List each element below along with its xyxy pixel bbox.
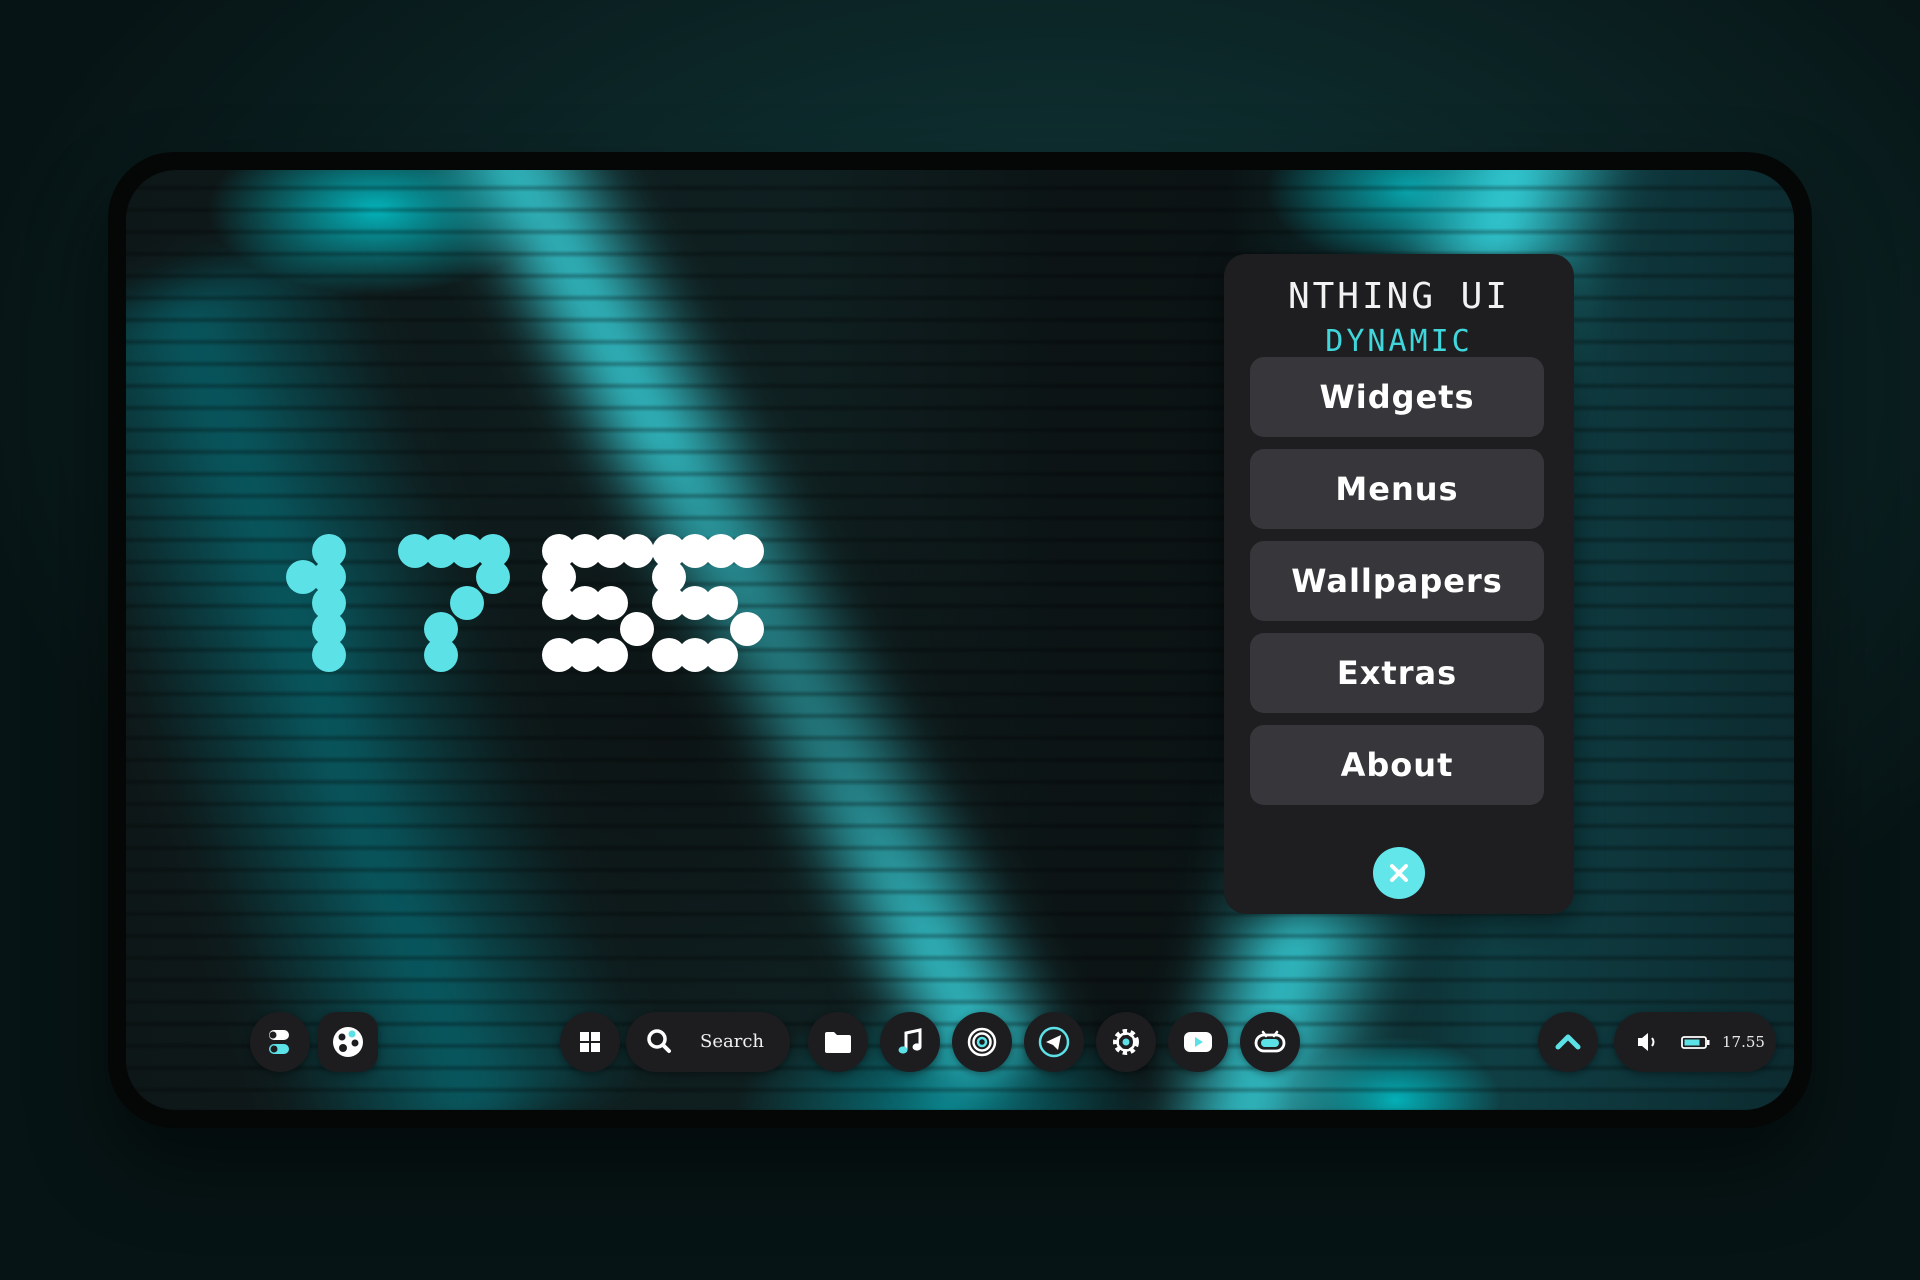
clock-dot	[704, 586, 738, 620]
device-frame: NTHING UI DYNAMIC Widgets Menus Wallpape…	[108, 152, 1812, 1128]
tray-clock: 17.55	[1722, 1033, 1765, 1051]
tray-expand-button[interactable]	[1538, 1012, 1598, 1072]
clock-dot	[594, 586, 628, 620]
clock-dot	[450, 586, 484, 620]
clock-dot	[730, 534, 764, 568]
search-bar[interactable]: Search	[626, 1012, 790, 1072]
settings-app-button[interactable]	[1096, 1012, 1156, 1072]
search-icon	[647, 1029, 671, 1053]
clock-dot	[594, 638, 628, 672]
start-button[interactable]	[560, 1012, 620, 1072]
close-icon	[1390, 864, 1408, 882]
files-app-button[interactable]	[808, 1012, 868, 1072]
close-button[interactable]	[1373, 847, 1425, 899]
system-tray[interactable]: 17.55	[1614, 1012, 1776, 1072]
music-note-icon	[898, 1028, 922, 1054]
toggle-switches-icon	[269, 1030, 289, 1054]
about-button[interactable]: About	[1250, 725, 1544, 805]
panel-subtitle: DYNAMIC	[1325, 324, 1473, 359]
chevron-up-icon	[1555, 1034, 1581, 1050]
desktop-screen: NTHING UI DYNAMIC Widgets Menus Wallpape…	[126, 170, 1794, 1110]
clock-dot	[704, 638, 738, 672]
gear-icon	[1113, 1029, 1139, 1055]
search-label: Search	[700, 1031, 764, 1052]
extras-button[interactable]: Extras	[1250, 633, 1544, 713]
widgets-button[interactable]: Widgets	[1250, 357, 1544, 437]
telegram-app-button[interactable]	[1024, 1012, 1084, 1072]
clock-dot	[620, 534, 654, 568]
rings-app-button[interactable]	[952, 1012, 1012, 1072]
panel-title: NTHING UI	[1287, 276, 1511, 317]
assistant-app-button[interactable]	[1240, 1012, 1300, 1072]
rings-icon	[967, 1027, 997, 1057]
toggles-button[interactable]	[250, 1012, 310, 1072]
folder-icon	[825, 1032, 851, 1053]
volume-icon	[1638, 1033, 1655, 1051]
nthing-menu-panel: NTHING UI DYNAMIC Widgets Menus Wallpape…	[1224, 254, 1574, 914]
youtube-app-button[interactable]	[1168, 1012, 1228, 1072]
battery-icon	[1681, 1036, 1710, 1049]
youtube-icon	[1184, 1032, 1212, 1052]
clock-dot	[730, 612, 764, 646]
clock-dot	[424, 638, 458, 672]
clock-dot	[476, 560, 510, 594]
theme-button[interactable]	[318, 1012, 378, 1072]
dot-matrix-clock	[286, 534, 786, 710]
clock-dot	[620, 612, 654, 646]
telegram-icon	[1038, 1026, 1070, 1058]
palette-icon	[333, 1027, 363, 1057]
clock-dot	[312, 638, 346, 672]
robot-icon	[1254, 1030, 1286, 1053]
menus-button[interactable]: Menus	[1250, 449, 1544, 529]
wallpapers-button[interactable]: Wallpapers	[1250, 541, 1544, 621]
music-app-button[interactable]	[880, 1012, 940, 1072]
windows-icon	[580, 1032, 600, 1052]
